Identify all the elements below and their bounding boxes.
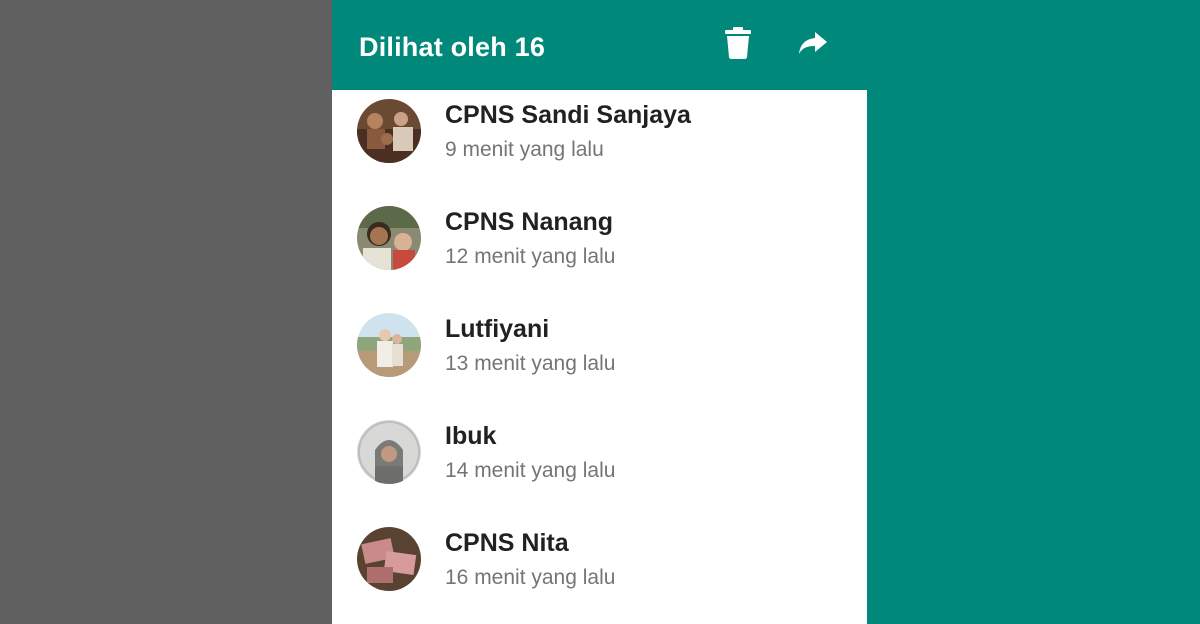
- list-item[interactable]: CPNS Nanang 12 menit yang lalu: [332, 197, 867, 304]
- page-title: Dilihat oleh 16: [359, 32, 546, 62]
- avatar: [357, 206, 421, 270]
- viewer-name: Ibuk: [445, 422, 497, 450]
- avatar: [357, 313, 421, 377]
- viewers-panel: Dilihat oleh 16 CPNS Sandi Sanjaya 9 men…: [332, 0, 867, 624]
- list-item[interactable]: Lutfiyani 13 menit yang lalu: [332, 304, 867, 411]
- screen: Dilihat oleh 16 CPNS Sandi Sanjaya 9 men…: [0, 0, 1200, 624]
- viewer-time: 9 menit yang lalu: [445, 138, 604, 161]
- list-item[interactable]: CPNS Nita 16 menit yang lalu: [332, 518, 867, 624]
- forward-button[interactable]: [795, 27, 831, 63]
- viewer-name: CPNS Nita: [445, 529, 569, 557]
- list-item[interactable]: CPNS Sandi Sanjaya 9 menit yang lalu: [332, 90, 867, 197]
- viewer-time: 16 menit yang lalu: [445, 566, 616, 589]
- list-item[interactable]: Ibuk 14 menit yang lalu: [332, 411, 867, 518]
- app-bar: Dilihat oleh 16: [332, 0, 867, 90]
- delete-button[interactable]: [720, 26, 756, 64]
- avatar: [357, 99, 421, 163]
- viewer-name: Lutfiyani: [445, 315, 550, 343]
- viewer-time: 12 menit yang lalu: [445, 245, 616, 268]
- viewer-name: CPNS Nanang: [445, 208, 614, 236]
- background-teal: [867, 0, 1200, 624]
- share-icon: [799, 31, 827, 59]
- viewer-time: 14 menit yang lalu: [445, 459, 616, 482]
- avatar: [357, 527, 421, 591]
- viewer-name: CPNS Sandi Sanjaya: [445, 101, 691, 129]
- viewer-time: 13 menit yang lalu: [445, 352, 616, 375]
- delete-icon: [725, 26, 751, 64]
- avatar: [357, 420, 421, 484]
